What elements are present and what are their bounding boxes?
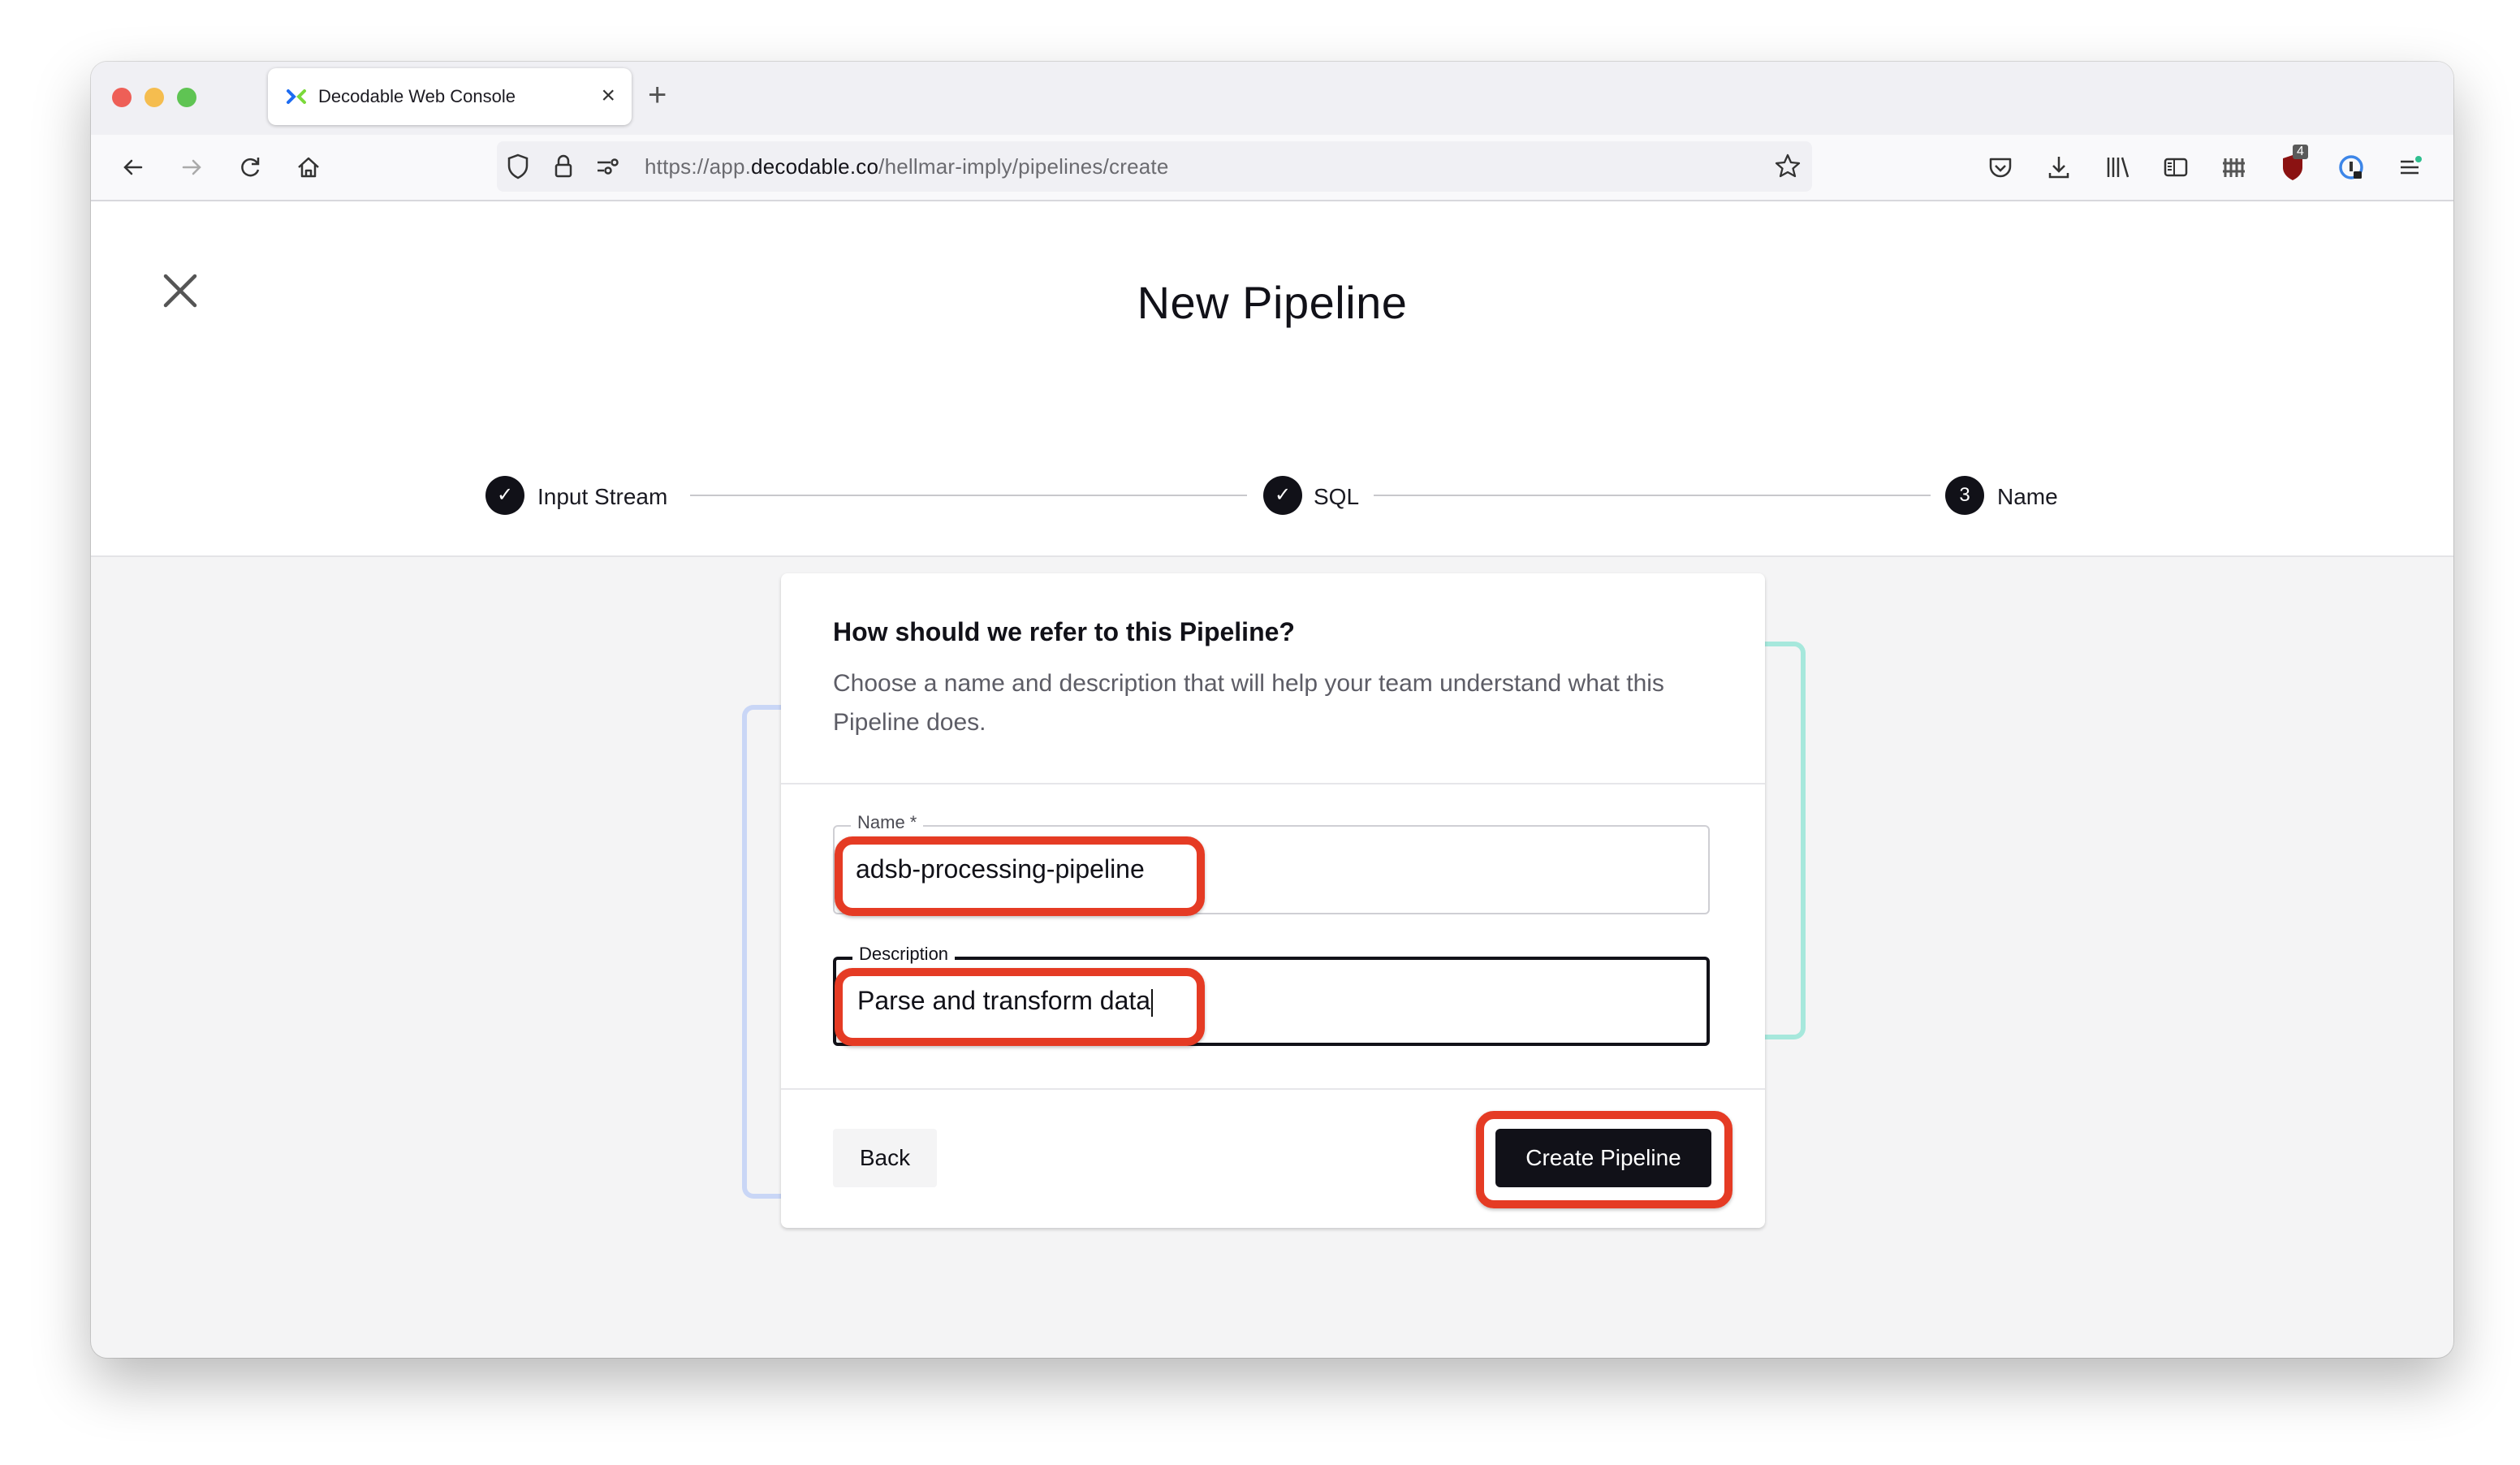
tab-close-icon[interactable]: × (601, 81, 615, 110)
home-icon[interactable] (292, 151, 325, 184)
divider (781, 783, 1765, 784)
pocket-icon[interactable] (1984, 151, 2017, 184)
download-icon[interactable] (2043, 151, 2075, 184)
tab-bar: Decodable Web Console × + (91, 62, 2453, 135)
create-pipeline-button[interactable]: Create Pipeline (1495, 1129, 1711, 1187)
step-1-check-icon: ✓ (485, 476, 524, 515)
url-bar[interactable]: https://app.decodable.co/hellmar-imply/p… (497, 141, 1812, 192)
url-text[interactable]: https://app.decodable.co/hellmar-imply/p… (645, 154, 1168, 179)
browser-tab[interactable]: Decodable Web Console × (268, 68, 632, 125)
nav-toolbar: https://app.decodable.co/hellmar-imply/p… (91, 135, 2453, 201)
description-value: Parse and transform data (857, 986, 1151, 1015)
zoom-window-button[interactable] (177, 88, 196, 107)
text-caret (1151, 988, 1154, 1017)
url-path: /hellmar-imply/pipelines/create (878, 154, 1169, 179)
close-window-button[interactable] (112, 88, 132, 107)
decorative-card-outline-right (1762, 642, 1806, 1039)
ublock-extension-button[interactable]: 4 (2276, 145, 2309, 184)
tab-title: Decodable Web Console (318, 86, 516, 106)
browser-window: Decodable Web Console × + https://app.de… (91, 62, 2453, 1358)
password-manager-icon[interactable] (2335, 151, 2367, 184)
library-icon[interactable] (2101, 151, 2134, 184)
new-tab-button[interactable]: + (648, 75, 667, 115)
card-heading: How should we refer to this Pipeline? (833, 617, 1295, 646)
divider (781, 1088, 1765, 1090)
forward-icon[interactable] (175, 151, 208, 184)
menu-icon[interactable] (2393, 151, 2426, 184)
decodable-logo-icon (287, 89, 306, 104)
description-field[interactable]: Description Parse and transform data (833, 944, 1710, 1046)
extension-badge: 4 (2293, 145, 2308, 159)
permissions-icon[interactable] (591, 150, 624, 183)
name-input[interactable] (856, 854, 1668, 884)
step-2-label: SQL (1314, 484, 1360, 509)
minimize-window-button[interactable] (145, 88, 164, 107)
step-connector (690, 495, 1247, 496)
page-title: New Pipeline (1137, 277, 1408, 328)
card-description: Choose a name and description that will … (833, 670, 1664, 736)
pipeline-name-card: How should we refer to this Pipeline? Ch… (781, 573, 1765, 1228)
url-host: decodable.co (751, 154, 879, 179)
step-3-number: 3 (1945, 476, 1984, 515)
page-header: New Pipeline ✓ Input Stream ✓ SQL 3 Name (91, 201, 2453, 557)
step-3-label: Name (1997, 484, 2058, 509)
lock-icon[interactable] (547, 150, 580, 183)
back-icon[interactable] (117, 151, 149, 184)
name-label: Name * (851, 812, 924, 833)
name-field[interactable]: Name * (833, 812, 1710, 914)
description-input[interactable]: Parse and transform data (857, 986, 1669, 1017)
reload-icon[interactable] (234, 151, 266, 184)
step-2-check-icon: ✓ (1263, 476, 1302, 515)
fence-extension-icon[interactable] (2218, 151, 2250, 184)
back-button[interactable]: Back (833, 1129, 937, 1187)
step-connector (1374, 495, 1931, 496)
shield-icon[interactable] (502, 150, 534, 183)
step-1-label: Input Stream (537, 484, 668, 509)
url-scheme: https://app. (645, 154, 752, 179)
sidebar-icon[interactable] (2160, 151, 2192, 184)
bookmark-star-icon[interactable] (1771, 150, 1804, 183)
description-label: Description (852, 944, 956, 965)
